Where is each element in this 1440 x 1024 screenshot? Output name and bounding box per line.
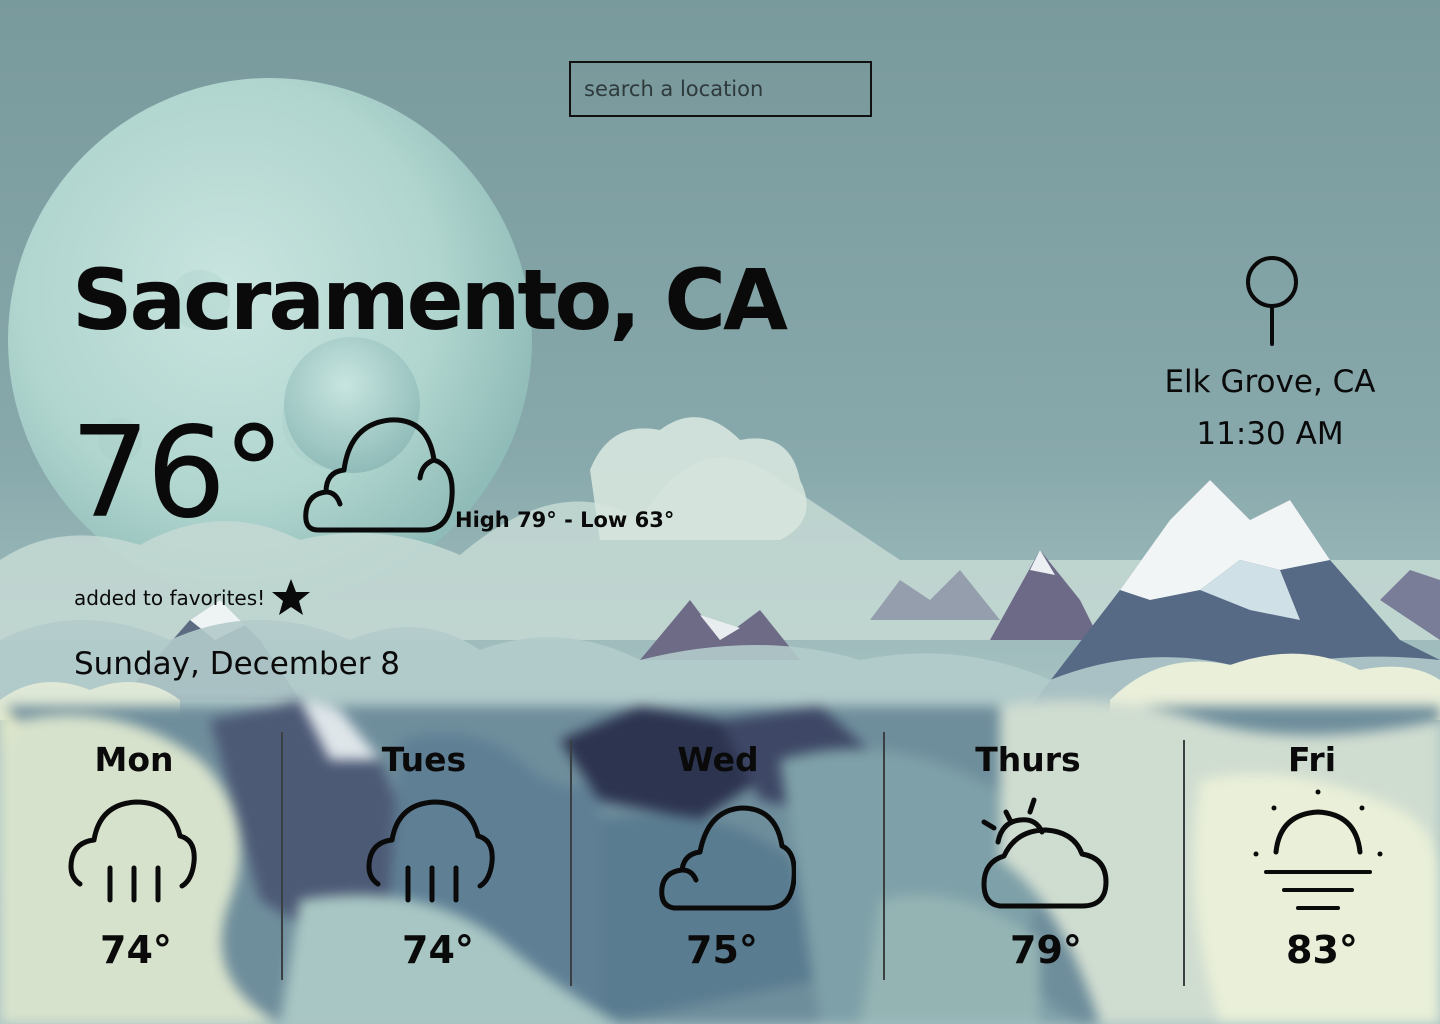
star-icon[interactable] [269,576,313,620]
forecast-temp-thurs: 79° [1010,928,1082,972]
forecast-divider [570,740,572,986]
forecast-divider [281,732,283,980]
rain-cloud-icon [366,799,495,903]
device-location-name: Elk Grove, CA [1164,364,1376,400]
city-title: Sacramento, CA [72,251,788,349]
partly-sunny-icon [981,797,1109,909]
map-pin-icon[interactable] [1242,254,1302,348]
forecast-temp-tues: 74° [402,928,474,972]
forecast-day-thurs: Thurs [975,740,1081,779]
device-location-time: 11:30 AM [1196,416,1344,452]
search-box[interactable] [569,61,872,117]
cloud-icon [303,417,455,533]
forecast-divider [883,732,885,980]
favorite-text: added to favorites! [74,586,266,610]
forecast-divider [1183,740,1185,986]
forecast-day-fri: Fri [1287,740,1337,779]
rain-cloud-icon [68,799,197,903]
high-low-temperature: High 79° - Low 63° [455,508,675,532]
forecast-day-tues: Tues [381,740,467,779]
forecast-temp-fri: 83° [1286,928,1358,972]
favorite-status: added to favorites! [74,576,313,620]
forecast-temp-mon: 74° [100,928,172,972]
forecast-day-wed: Wed [677,740,759,779]
search-input[interactable] [571,63,870,115]
forecast-day-mon: Mon [94,740,174,779]
sunrise-icon [1253,789,1383,910]
current-temperature: 76° [70,399,285,546]
forecast-temp-wed: 75° [686,928,758,972]
cloud-icon [659,805,796,911]
current-date: Sunday, December 8 [74,646,401,682]
